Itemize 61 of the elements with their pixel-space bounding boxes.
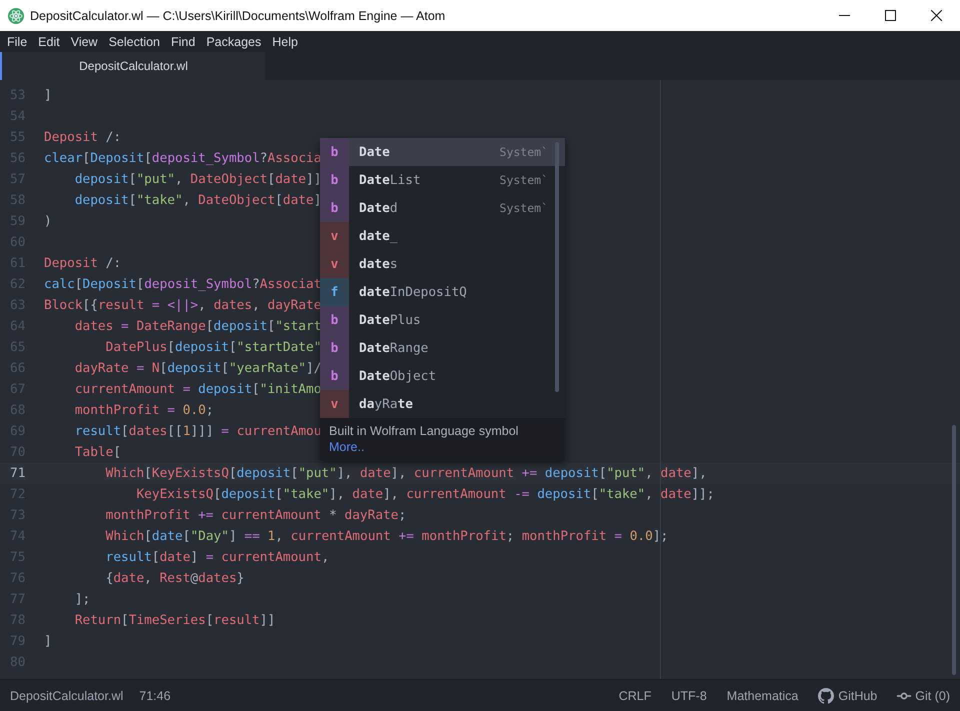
- code-line: Which[date["Day"] == 1, currentAmount += monthProfit; monthProfit = 0.0];: [104, 529, 668, 544]
- code-line: deposit["take", DateObject[date]: [74, 193, 322, 208]
- code-line: Return[TimeSeries[result]]: [74, 613, 276, 628]
- code-line: dayRate = N[deposit["yearRate"]/: [74, 361, 322, 376]
- suggestion-item[interactable]: b DateObject: [320, 362, 565, 390]
- scrollbar[interactable]: [952, 425, 956, 675]
- code-line: monthProfit += currentAmount * dayRate;: [104, 508, 406, 523]
- line-ending[interactable]: CRLF: [618, 688, 652, 702]
- suggestion-item[interactable]: b Dated System`: [320, 194, 565, 222]
- suggestion-item[interactable]: v dayRate: [320, 390, 565, 418]
- suggestion-item[interactable]: f dateInDepositQ: [320, 278, 565, 306]
- code-line: currentAmount = deposit["initAmo: [74, 382, 322, 397]
- line-number: 71: [9, 466, 26, 481]
- status-file-name[interactable]: DepositCalculator.wl: [10, 688, 124, 702]
- code-line: ];: [74, 592, 90, 607]
- code-line: Which[KeyExistsQ[deposit["put"], date], currentAmount += deposit["put", date],: [104, 466, 707, 481]
- menu-item[interactable]: Selection: [108, 34, 160, 48]
- encoding[interactable]: UTF-8: [671, 688, 707, 702]
- code-line: Deposit /:: [44, 130, 122, 145]
- code-line: dates = DateRange[deposit["start: [74, 319, 322, 334]
- code-line: KeyExistsQ[deposit["take"], date], currentAmount -= deposit["take", date]];: [135, 487, 714, 502]
- menu-item[interactable]: Help: [272, 34, 298, 48]
- cursor-position[interactable]: 71:46: [139, 688, 171, 702]
- code-line: ): [44, 214, 52, 229]
- menu-item[interactable]: Edit: [38, 34, 60, 48]
- scrollbar[interactable]: [555, 142, 559, 392]
- git-label[interactable]: Git (0): [915, 688, 950, 702]
- menu-item[interactable]: File: [7, 34, 28, 48]
- suggestion-item[interactable]: b DatePlus: [320, 306, 565, 334]
- suggestion-item[interactable]: b Date System`: [320, 138, 565, 166]
- suggestion-item[interactable]: b DateList System`: [320, 166, 565, 194]
- code-line: ]: [44, 88, 52, 103]
- file-tab[interactable]: DepositCalculator.wl: [0, 52, 265, 80]
- code-line: deposit["put", DateObject[date]]: [74, 172, 322, 187]
- close-icon[interactable]: [931, 10, 942, 21]
- code-line: {date, Rest@dates}: [104, 571, 244, 586]
- window-title: DepositCalculator.wl — C:\Users\Kirill\Documents\Wolfram Engine — Atom: [30, 8, 446, 22]
- suggestion-description: Built in Wolfram Language symbol: [329, 423, 520, 439]
- code-line: monthProfit = 0.0;: [74, 403, 214, 418]
- code-line: Deposit /:: [44, 256, 122, 271]
- menu-item[interactable]: Packages: [206, 34, 262, 48]
- menu-item[interactable]: Find: [171, 34, 196, 48]
- code-line: Block[{result = <||>, dates, dayRate: [44, 298, 322, 313]
- code-line: result[dates[[1]]] = currentAmou: [74, 424, 322, 439]
- code-line: Table[: [74, 445, 122, 460]
- menu-item[interactable]: View: [70, 34, 98, 48]
- suggestion-item[interactable]: v dates: [320, 250, 565, 278]
- github-label[interactable]: GitHub: [838, 688, 878, 702]
- code-line: result[date] = currentAmount,: [104, 550, 330, 565]
- code-line: calc[Deposit[deposit_Symbol?Associat: [44, 277, 322, 292]
- code-line: ]: [44, 634, 52, 649]
- code-line: DatePlus[deposit["startDate": [104, 340, 322, 355]
- grammar[interactable]: Mathematica: [726, 688, 798, 702]
- more-link[interactable]: More..: [329, 439, 364, 455]
- commit-icon[interactable]: [897, 692, 912, 700]
- suggestion-item[interactable]: b DateRange: [320, 334, 565, 362]
- github-icon[interactable]: [818, 688, 834, 704]
- atom-icon: [8, 8, 24, 24]
- code-line: clear[Deposit[deposit_Symbol?Associa: [44, 151, 322, 166]
- suggestion-item[interactable]: v date_: [320, 222, 565, 250]
- maximize-icon[interactable]: [885, 10, 896, 21]
